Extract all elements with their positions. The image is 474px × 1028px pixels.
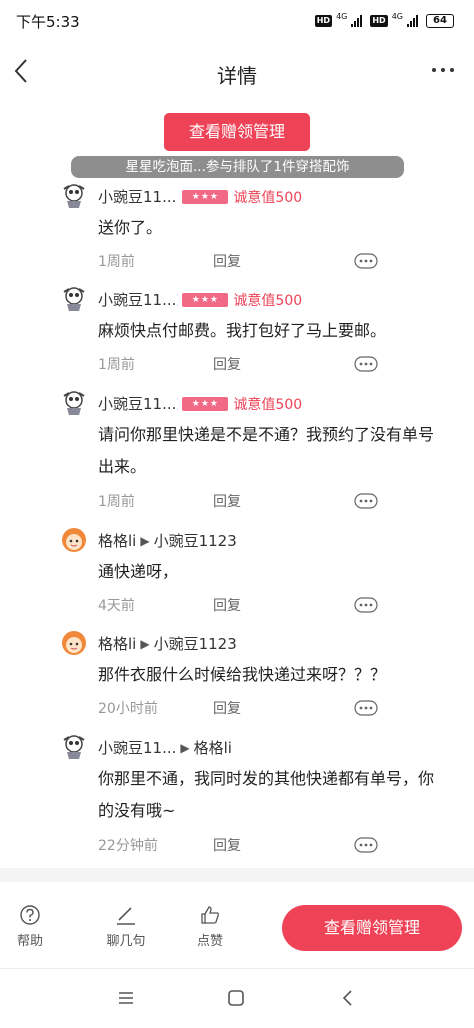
more-icon[interactable] (354, 700, 378, 716)
comment-time: 20小时前 (98, 701, 158, 717)
reply-target-name[interactable]: 格格li (194, 737, 232, 758)
reply-button[interactable]: 回复 (213, 491, 241, 511)
thumbs-up-icon (201, 906, 219, 924)
comment-text: 那件衣服什么时候给我快递过来呀？？？ (98, 665, 387, 684)
level-badge: ★★★ (182, 189, 229, 204)
chat-button[interactable]: 聊几句 (101, 904, 151, 949)
network-type: 4G (391, 12, 403, 21)
more-icon[interactable] (354, 597, 378, 613)
comment-text: 麻烦快点付邮费。我打包好了马上要邮。 (98, 321, 387, 340)
reply-button[interactable]: 回复 (213, 354, 241, 374)
status-bar: 下午5:33 HD 4G HD 4G 64 (0, 0, 474, 40)
reply-target-name[interactable]: 小豌豆1123 (154, 633, 237, 654)
author-name[interactable]: 小豌豆11... (98, 393, 176, 414)
bottom-action-bar: 帮助 聊几句 点赞 查看赠领管理 (0, 882, 474, 968)
comment-text: 送你了。 (98, 218, 163, 237)
reply-button[interactable]: 回复 (213, 835, 241, 855)
comment-header: 格格li ▶ 小豌豆1123 (98, 530, 237, 551)
like-label: 点赞 (196, 934, 223, 949)
view-gift-management-button[interactable]: 查看赠领管理 (282, 905, 462, 951)
level-badge: ★★★ (182, 292, 229, 307)
reply-to-arrow-icon: ▶ (140, 636, 150, 651)
author-name[interactable]: 格格li (98, 530, 136, 551)
pen-icon (117, 907, 135, 925)
reply-to-arrow-icon: ▶ (180, 740, 190, 755)
avatar[interactable] (61, 630, 87, 656)
level-badge: ★★★ (182, 396, 229, 411)
avatar[interactable] (61, 734, 87, 760)
author-name[interactable]: 小豌豆11... (98, 289, 176, 310)
like-button[interactable]: 点赞 (185, 904, 235, 949)
network-type: 4G (336, 12, 348, 21)
credit-value: 诚意值500 (233, 292, 303, 309)
more-icon[interactable] (354, 356, 378, 372)
avatar[interactable] (61, 286, 87, 312)
author-name[interactable]: 小豌豆11... (98, 186, 176, 207)
comment-header: 格格li ▶ 小豌豆1123 (98, 633, 237, 654)
credit-value: 诚意值500 (233, 396, 303, 413)
reply-button[interactable]: 回复 (213, 595, 241, 615)
comment-time: 22分钟前 (98, 838, 158, 854)
back-icon[interactable] (339, 989, 357, 1007)
author-name[interactable]: 格格li (98, 633, 136, 654)
comment-time: 4天前 (98, 598, 135, 614)
hd-icon: HD (314, 14, 333, 27)
help-icon (20, 905, 40, 925)
comment-header: 小豌豆11... ▶ 格格li (98, 737, 232, 758)
reply-to-arrow-icon: ▶ (140, 533, 150, 548)
reply-button[interactable]: 回复 (213, 698, 241, 718)
comment-text: 请问你那里快递是不是不通？我预约了没有单号出来。 (98, 425, 435, 476)
status-time: 下午5:33 (16, 13, 80, 31)
system-nav-bar (0, 968, 474, 1028)
more-icon[interactable] (354, 493, 378, 509)
more-icon[interactable] (354, 253, 378, 269)
reply-button[interactable]: 回复 (213, 251, 241, 271)
status-icons: HD 4G HD 4G 64 (314, 12, 454, 29)
nav-bar: 详情 (0, 48, 474, 96)
avatar[interactable] (61, 390, 87, 416)
view-gift-management-button[interactable]: 查看赠领管理 (164, 113, 310, 151)
comment-header: 小豌豆11... ★★★ 诚意值500 (98, 393, 302, 414)
queue-banner: 星星吃泡面...参与排队了1件穿搭配饰 (71, 156, 404, 178)
signal-icon (351, 14, 363, 27)
menu-icon[interactable] (117, 989, 135, 1007)
hd-icon: HD (370, 14, 388, 27)
reply-target-name[interactable]: 小豌豆1123 (154, 530, 237, 551)
author-name[interactable]: 小豌豆11... (98, 737, 176, 758)
comment-header: 小豌豆11... ★★★ 诚意值500 (98, 289, 302, 310)
page-title: 详情 (217, 64, 257, 88)
help-button[interactable]: 帮助 (5, 904, 55, 949)
avatar[interactable] (61, 527, 87, 553)
comment-time: 1周前 (98, 494, 135, 510)
section-divider (0, 868, 474, 882)
comment-text: 你那里不通，我同时发的其他快递都有单号，你的没有哦~ (98, 769, 435, 820)
battery-icon: 64 (426, 13, 454, 28)
comment-time: 1周前 (98, 357, 135, 373)
home-icon[interactable] (227, 989, 245, 1007)
more-icon[interactable] (430, 58, 456, 82)
help-label: 帮助 (16, 934, 43, 949)
comment-header: 小豌豆11... ★★★ 诚意值500 (98, 186, 302, 207)
comment-time: 1周前 (98, 254, 135, 270)
signal-icon (407, 14, 418, 27)
more-icon[interactable] (354, 837, 378, 853)
comment-text: 通快递呀， (98, 562, 179, 581)
credit-value: 诚意值500 (233, 189, 303, 206)
chat-label: 聊几句 (106, 934, 146, 949)
avatar[interactable] (61, 183, 87, 209)
